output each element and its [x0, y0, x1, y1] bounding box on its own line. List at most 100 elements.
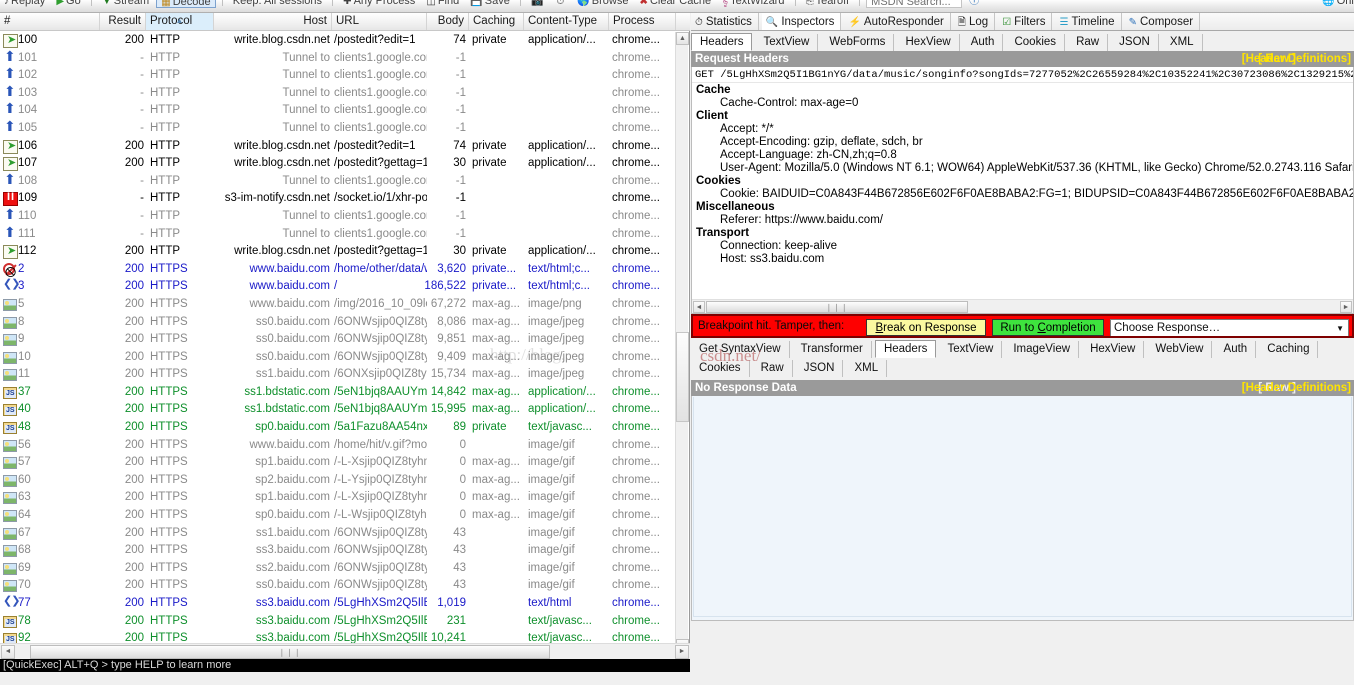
column-header-result[interactable]: Result — [100, 13, 146, 30]
scroll-right-button[interactable]: ► — [1340, 301, 1352, 313]
scroll-thumb[interactable] — [676, 332, 689, 422]
response-tab-json[interactable]: JSON — [796, 360, 844, 377]
toolbar-button-any-process[interactable]: ✚ Any Process — [339, 0, 419, 8]
header-item[interactable]: Accept-Encoding: gzip, deflate, sdch, br — [692, 135, 1353, 148]
response-tab-raw[interactable]: Raw — [753, 360, 793, 377]
column-header-process[interactable]: Process — [609, 13, 676, 30]
request-tab-xml[interactable]: XML — [1162, 34, 1203, 51]
column-header-caching[interactable]: Caching — [469, 13, 524, 30]
table-row[interactable]: 10 200 HTTPS ss0.baidu.com/6ONWsjip0QIZ8tyh… — [0, 349, 676, 367]
table-row[interactable]: 77 200 HTTPS ss3.baidu.com/5LgHhXSm2Q5IlBGl… — [0, 595, 676, 613]
column-header-protocol[interactable]: ▲ Protocol — [146, 13, 214, 30]
tab-timeline[interactable]: ☰ Timeline — [1056, 13, 1122, 30]
response-tab-cookies[interactable]: Cookies — [691, 360, 750, 377]
table-row[interactable]: 48 200 HTTPS sp0.baidu.com/5a1Fazu8AA54nxGk… — [0, 419, 676, 437]
tab-inspectors[interactable]: 🔍 Inspectors — [761, 13, 842, 30]
column-header-host[interactable]: Host — [214, 13, 332, 30]
table-row[interactable]: 11 200 HTTPS ss1.baidu.com/6ONXsjip0QIZ8tyh… — [0, 366, 676, 384]
toolbar-button-browse[interactable]: 🌎 Browse — [573, 0, 632, 8]
tab-statistics[interactable]: ⏱ Statistics — [691, 13, 759, 30]
column-header-body[interactable]: Body — [427, 13, 469, 30]
toolbar-button-help[interactable]: ⓘ — [965, 0, 985, 8]
table-row[interactable]: 64 200 HTTPS sp0.baidu.com /-L-Wsjip0QIZ8tyh… — [0, 507, 676, 525]
header-group-title[interactable]: Cookies — [692, 174, 1353, 187]
header-group-title[interactable]: Client — [692, 109, 1353, 122]
sessions-horizontal-scrollbar[interactable]: ◄ ❘❘❘ ► — [0, 643, 690, 659]
table-row[interactable]: 63 200 HTTPS sp1.baidu.com /-L-Xsjip0QIZ8tyh… — [0, 489, 676, 507]
request-horizontal-scrollbar[interactable]: ◄ ❘❘❘ ► — [692, 299, 1353, 313]
table-row[interactable]: 105 -HTTP Tunnel to clients1.google.com:443… — [0, 120, 676, 138]
tab-autoresponder[interactable]: ⚡ AutoResponder — [844, 13, 951, 30]
table-row[interactable]: 68 200 HTTPS ss3.baidu.com/6ONWsjip0QIZ8tyh… — [0, 542, 676, 560]
response-tab-hexview[interactable]: HexView — [1082, 341, 1145, 358]
column-header-url[interactable]: URL — [332, 13, 427, 30]
request-tab-textview[interactable]: TextView — [756, 34, 819, 51]
table-row[interactable]: 102 -HTTP Tunnel to clients1.google.com:443… — [0, 67, 676, 85]
table-row[interactable]: 108 -HTTP Tunnel to clients1.google.com:443… — [0, 173, 676, 191]
table-row[interactable]: 110 -HTTP Tunnel to clients1.google.com:443… — [0, 208, 676, 226]
table-row[interactable]: 107 200 HTTP write.blog.csdn.net/postedit?g… — [0, 155, 676, 173]
header-item[interactable]: Accept-Language: zh-CN,zh;q=0.8 — [692, 148, 1353, 161]
response-tab-caching[interactable]: Caching — [1259, 341, 1319, 358]
scroll-thumb-horizontal[interactable]: ❘❘❘ — [30, 645, 550, 659]
break-on-response-button[interactable]: Break on Response — [866, 319, 986, 336]
response-tab-xml[interactable]: XML — [846, 360, 888, 377]
toolbar-button-screenshot[interactable]: 📷 — [527, 0, 549, 8]
table-row[interactable]: 5 200 HTTPS www.baidu.com/img/2016_10_09log… — [0, 296, 676, 314]
tab-log[interactable]: 🗎 Log — [954, 13, 996, 30]
request-tab-hexview[interactable]: HexView — [898, 34, 960, 51]
table-row[interactable]: 2 200 HTTPS www.baidu.com/home/other/data/w… — [0, 261, 676, 278]
toolbar-button-keep-sessions[interactable]: Keep: All sessions — [229, 0, 326, 8]
table-row[interactable]: 100 200 HTTP write.blog.csdn.net/postedit?e… — [0, 32, 676, 50]
header-item[interactable]: Cache-Control: max-age=0 — [692, 96, 1353, 109]
request-tab-json[interactable]: JSON — [1111, 34, 1159, 51]
response-tab-transformer[interactable]: Transformer — [793, 341, 872, 358]
toolbar-button-clear-cache[interactable]: ✖ Clear Cache — [636, 0, 716, 8]
table-row[interactable]: 104 -HTTP Tunnel to clients1.google.com:443… — [0, 102, 676, 120]
request-tab-raw[interactable]: Raw — [1068, 34, 1109, 51]
request-tab-webforms[interactable]: WebForms — [821, 34, 895, 51]
sessions-row-container[interactable]: 100200HTTPwrite.blog.csdn.net/postedit?e… — [0, 32, 676, 652]
table-row[interactable]: 106 200 HTTP write.blog.csdn.net/postedit?e… — [0, 138, 676, 155]
toolbar-button-stream[interactable]: ▼ Stream — [98, 0, 153, 8]
table-row[interactable]: 9 200 HTTPS ss0.baidu.com/6ONWsjip0QIZ8tyhn… — [0, 331, 676, 349]
request-tab-headers[interactable]: Headers — [691, 33, 753, 51]
header-item[interactable]: User-Agent: Mozilla/5.0 (Windows NT 6.1;… — [692, 161, 1353, 174]
response-body-area[interactable] — [691, 396, 1354, 621]
table-row[interactable]: 70 200 HTTPS ss0.baidu.com/6ONWsjip0QIZ8tyh… — [0, 577, 676, 595]
toolbar-button-decode[interactable]: ▦ Decode — [156, 0, 216, 8]
table-row[interactable]: 67 200 HTTPS ss1.baidu.com/6ONWsjip0QIZ8tyh… — [0, 525, 676, 543]
msdn-search-input[interactable]: MSDN Search... — [866, 0, 963, 8]
request-header-definitions-link[interactable]: [Header Definitions] — [1242, 51, 1351, 67]
request-tab-auth[interactable]: Auth — [963, 34, 1004, 51]
toolbar-button-tearoff[interactable]: ⎘ Tearoff — [802, 0, 853, 8]
response-tab-imageview[interactable]: ImageView — [1005, 341, 1080, 358]
toolbar-button-save[interactable]: 💾 Save — [466, 0, 514, 8]
run-to-completion-button[interactable]: Run to Completion — [992, 319, 1104, 336]
header-item[interactable]: Host: ss3.baidu.com — [692, 252, 1353, 265]
column-header-number[interactable]: # — [0, 13, 100, 30]
scroll-left-button[interactable]: ◄ — [1, 645, 15, 659]
header-group-title[interactable]: Cache — [692, 83, 1353, 96]
toolbar-button-go[interactable]: ▶ Go — [52, 0, 84, 8]
response-tab-webview[interactable]: WebView — [1147, 341, 1213, 358]
scroll-right-button[interactable]: ► — [675, 645, 689, 659]
tab-filters[interactable]: ☑ Filters — [998, 13, 1053, 30]
table-row[interactable]: 40 200 HTTPS ss1.bdstatic.com/5eN1bjq8AAUYm… — [0, 401, 676, 419]
request-headers-body[interactable]: GET /5LgHhXSm2Q5I1BG1nYG/data/music/song… — [691, 67, 1354, 314]
scroll-thumb-horizontal[interactable]: ❘❘❘ — [706, 301, 968, 313]
response-tab-textview[interactable]: TextView — [939, 341, 1003, 358]
header-item[interactable]: Connection: keep-alive — [692, 239, 1353, 252]
toolbar-button-timer[interactable]: ⏱ — [552, 0, 570, 8]
toolbar-online-toggle[interactable]: 🌐Online — [1318, 0, 1354, 8]
table-row[interactable]: 37 200 HTTPS ss1.bdstatic.com/5eN1bjq8AAUYm… — [0, 384, 676, 402]
table-row[interactable]: 78 200 HTTPS ss3.baidu.com/5LgHhXSm2Q5IlBGl… — [0, 613, 676, 631]
response-tab-get-syntaxview[interactable]: Get SyntaxView — [691, 341, 790, 358]
response-tab-auth[interactable]: Auth — [1216, 341, 1257, 358]
table-row[interactable]: 69 200 HTTPS ss2.baidu.com/6ONWsjip0QIZ8tyh… — [0, 560, 676, 578]
scroll-up-button[interactable]: ▲ — [676, 32, 689, 45]
column-header-content-type[interactable]: Content-Type — [524, 13, 609, 30]
header-item[interactable]: Cookie: BAIDUID=C0A843F44B672856E602F6F0… — [692, 187, 1353, 200]
table-row[interactable]: 57 200 HTTPS sp1.baidu.com /-L-Xsjip0QIZ8tyh… — [0, 454, 676, 472]
table-row[interactable]: 56 200 HTTPS www.baidu.com/home/hit/v.gif?m… — [0, 437, 676, 455]
